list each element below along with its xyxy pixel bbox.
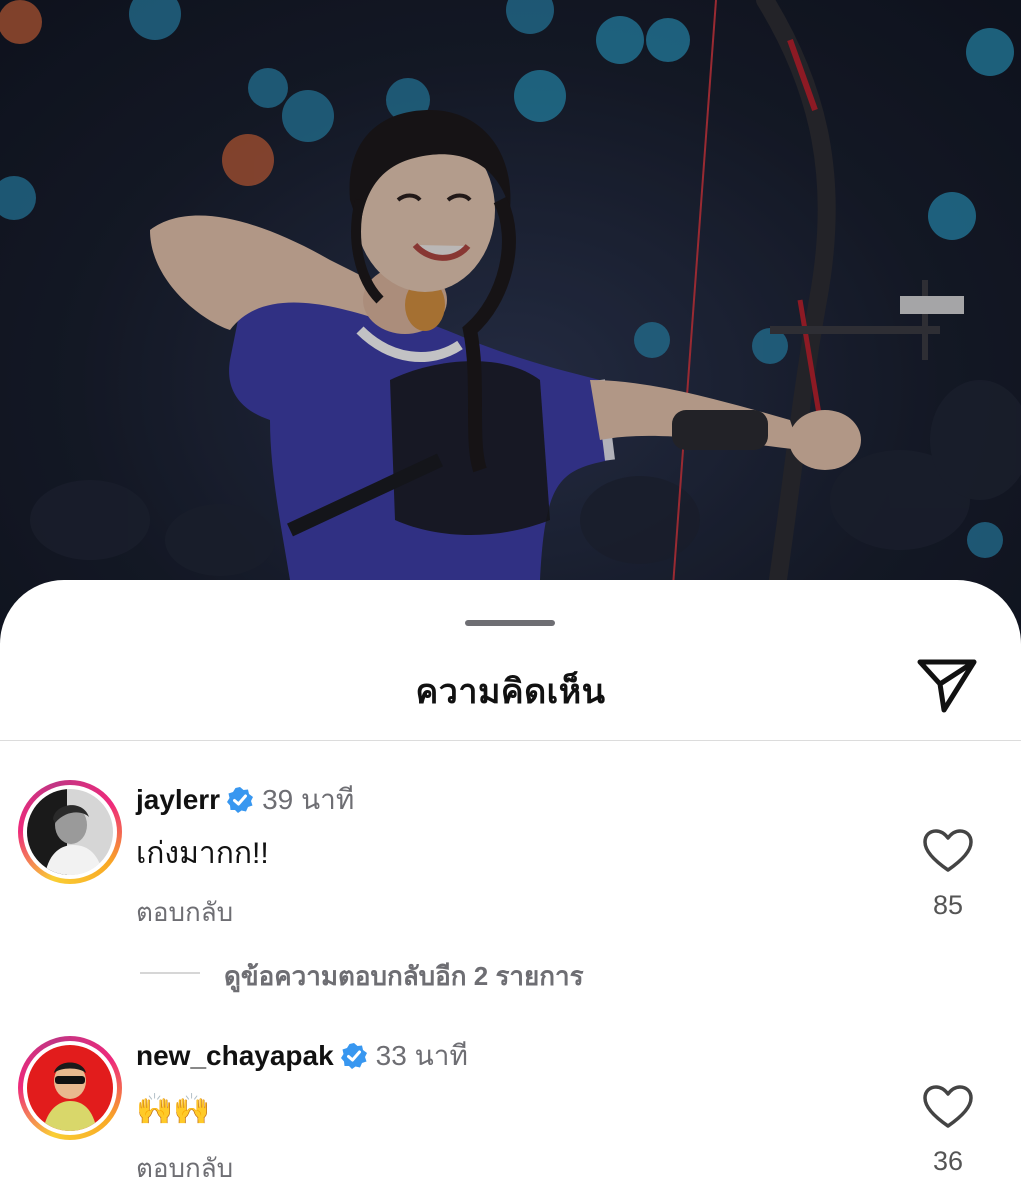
heart-outline-icon [923,829,973,872]
view-replies-line [140,972,200,974]
avatar-photo-new-chayapak [27,1045,113,1131]
header-divider [0,740,1021,741]
like-button[interactable] [922,1084,974,1130]
comment-item: jaylerr 39 นาที เก่งมากก!! ตอบกลับ 85 [0,780,1021,940]
comment-meta: jaylerr 39 นาที [136,782,354,823]
share-button[interactable] [914,654,980,716]
comment-text: 🙌🙌 [136,1093,211,1126]
comment-username[interactable]: new_chayapak [136,1040,334,1071]
comment-item: new_chayapak 33 นาที 🙌🙌 ตอบกลับ 36 [0,1036,1021,1196]
sheet-title: ความคิดเห็น [415,673,606,711]
like-count: 36 [932,1146,964,1176]
comments-screen: ความคิดเห็น jaylerr 39 นาที เก่งมากก!! ต… [0,0,1021,1200]
like-button[interactable] [922,828,974,874]
avatar[interactable] [18,780,122,884]
reply-button[interactable]: ตอบกลับ [136,892,233,933]
comment-username[interactable]: jaylerr [136,784,220,815]
comments-sheet: ความคิดเห็น jaylerr 39 นาที เก่งมากก!! ต… [0,580,1021,1200]
paper-plane-icon [917,659,977,713]
verified-badge-icon [340,1042,368,1079]
view-replies-label: ดูข้อความตอบกลับอีก 2 รายการ [224,961,584,991]
heart-outline-icon [923,1085,973,1128]
photo-dim-overlay [0,0,1021,640]
like-count: 85 [932,890,964,920]
comment-meta: new_chayapak 33 นาที [136,1038,468,1079]
sheet-grabber[interactable] [465,620,555,626]
comment-time: 39 นาที [262,784,355,815]
reply-button[interactable]: ตอบกลับ [136,1148,233,1189]
avatar-photo-jaylerr [27,789,113,875]
avatar[interactable] [18,1036,122,1140]
verified-badge-icon [226,786,254,823]
comment-time: 33 นาที [375,1040,468,1071]
comment-text: เก่งมากก!! [136,837,269,870]
post-photo [0,0,1021,640]
